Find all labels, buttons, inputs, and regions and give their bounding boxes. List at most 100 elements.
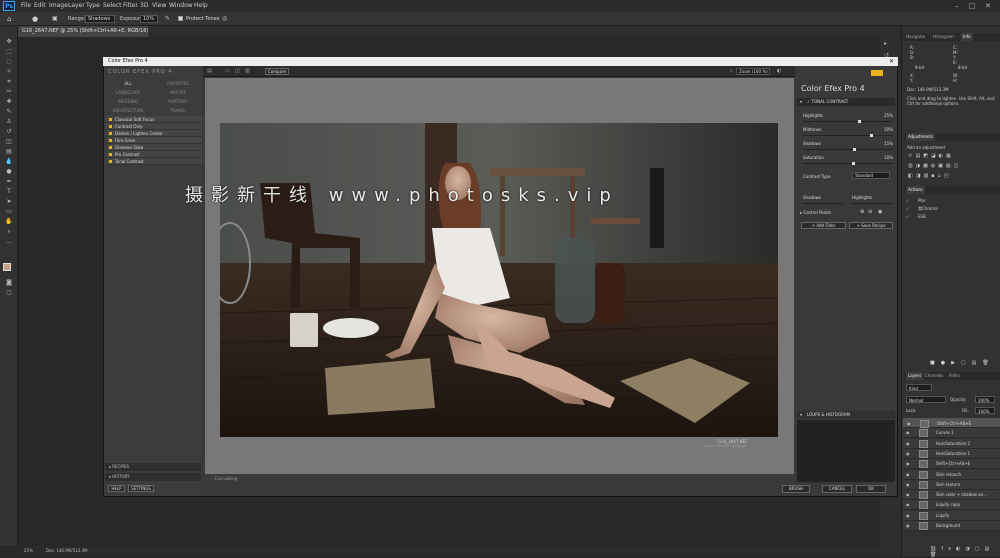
split-view-icon[interactable]: ◫ [235, 66, 240, 77]
range-select[interactable]: Shadows [85, 15, 115, 23]
move-tool-icon[interactable]: ✥ [5, 39, 13, 45]
category-favorites[interactable]: FAVORITES [156, 80, 200, 87]
slider-value[interactable]: 25% [876, 113, 893, 118]
quick-mask-icon[interactable]: ◙ [5, 280, 13, 286]
blur-tool-icon[interactable]: 💧 [5, 159, 13, 165]
tab-histogram[interactable]: Histogram [933, 33, 954, 41]
brush-preset-icon[interactable]: ▣ [52, 12, 58, 26]
action-check-icon[interactable]: ✓ [906, 198, 909, 203]
healing-brush-icon[interactable]: ✚ [5, 99, 13, 105]
slider-handle[interactable] [851, 162, 855, 165]
settings-button[interactable]: SETTINGS [128, 485, 154, 492]
slider-handle[interactable] [869, 134, 873, 137]
eye-icon[interactable]: ◉ [906, 431, 911, 435]
slider-track[interactable] [803, 163, 893, 164]
favorite-star-icon[interactable] [109, 118, 112, 121]
layer-controls[interactable]: ⛓fx◐◑▢▤🗑 [930, 546, 995, 558]
eye-icon[interactable]: ◉ [906, 493, 911, 497]
type-tool-icon[interactable]: T [5, 189, 13, 195]
toggle-control-points-icon[interactable]: ◉ [878, 209, 882, 215]
tab-actions[interactable]: Actions [906, 186, 925, 194]
eye-icon[interactable]: ◉ [907, 422, 912, 426]
pressure-icon[interactable]: ◎ [222, 12, 227, 26]
shadows-track[interactable] [803, 203, 843, 204]
menu-image[interactable]: Image [49, 0, 68, 12]
filter-item[interactable]: Classical Soft Focus [106, 116, 202, 123]
history-brush-icon[interactable]: ↺ [5, 129, 13, 135]
favorite-star-icon[interactable] [109, 139, 112, 142]
ok-button[interactable]: OK [856, 485, 886, 493]
category-architecture[interactable]: ARCHITECTURE [106, 107, 150, 114]
history-section[interactable]: ▸ HISTORY [105, 473, 201, 481]
exposure-input[interactable]: 10% [140, 15, 158, 23]
layer-row[interactable]: ◉ Hue/Saturation 1 [903, 448, 1000, 459]
eye-icon[interactable]: ◉ [906, 462, 911, 466]
action-check-icon[interactable]: ✓ [906, 214, 909, 219]
shape-tool-icon[interactable]: ▭ [5, 209, 13, 215]
airbrush-icon[interactable]: ✎ [165, 12, 170, 26]
layer-row[interactable]: ◉ Liquify copy [903, 500, 1000, 511]
category-landscape[interactable]: LANDSCAPE [106, 89, 150, 96]
control-points-row[interactable]: ▸ Control Points [800, 210, 831, 215]
background-color-icon[interactable]: ◐ [777, 66, 781, 77]
filter-item[interactable]: Film Grain [106, 137, 202, 144]
help-button[interactable]: HELP [108, 485, 125, 492]
toggle-panel-icon[interactable]: ▤ [207, 66, 212, 77]
zoom-level[interactable]: 25% [24, 546, 33, 556]
tonal-contrast-header[interactable]: ▾ ✓ TONAL CONTRAST [797, 98, 895, 106]
filter-item[interactable]: Pro Contrast [106, 151, 202, 158]
slider-handle[interactable] [857, 120, 861, 123]
layer-row[interactable]: ◉ Background [903, 521, 1000, 531]
add-control-point-icon[interactable]: ⊕ [860, 209, 864, 215]
loupe-view[interactable] [797, 420, 895, 482]
adjustment-icons-row-2[interactable]: ▥◑▩◍▣▧◫ [908, 163, 993, 169]
tab-paths[interactable]: Paths [949, 372, 960, 380]
favorite-star-icon[interactable] [109, 160, 112, 163]
menu-file[interactable]: File [21, 0, 31, 12]
filter-item[interactable]: Tonal Contrast [106, 158, 202, 165]
protect-tones-checkbox[interactable] [178, 16, 183, 21]
tab-channels[interactable]: Channels [925, 372, 944, 380]
eye-icon[interactable]: ◉ [906, 513, 911, 518]
category-nature[interactable]: NATURE [156, 89, 200, 96]
photo-preview[interactable] [220, 123, 778, 437]
fill-input[interactable]: 100% [975, 407, 995, 414]
brush-button[interactable]: BRUSH [782, 485, 810, 493]
eye-icon[interactable]: ◉ [906, 524, 911, 528]
loupe-histogram-header[interactable]: ▾ LOUPE & HISTOGRAM [797, 411, 895, 419]
category-wedding[interactable]: WEDDING [106, 98, 150, 105]
magnifier-icon[interactable]: ⌕ [730, 66, 733, 77]
layer-row[interactable]: ◉ Hue/Saturation 2 [903, 438, 1000, 449]
contrast-type-select[interactable]: Standard [852, 172, 890, 179]
layer-row[interactable]: ◉ Shift+Ctrl+Alt+E [903, 418, 1000, 428]
eye-icon[interactable]: ◉ [906, 441, 911, 446]
action-set-1[interactable]: Plor [918, 198, 926, 203]
favorite-star-icon[interactable] [109, 153, 112, 156]
side-by-side-icon[interactable]: ▥ [245, 66, 250, 77]
remove-control-point-icon[interactable]: ⊖ [868, 209, 872, 215]
slider-track[interactable] [803, 149, 893, 150]
tab-navigator[interactable]: Navigator [906, 33, 926, 41]
category-portrait[interactable]: PORTRAIT [156, 98, 200, 105]
dodge-tool-icon[interactable]: ● [32, 12, 38, 26]
category-travel[interactable]: TRAVEL [156, 107, 200, 114]
action-set-2[interactable]: 育Chroma [918, 206, 938, 211]
menu-view[interactable]: View [152, 0, 166, 12]
tab-info[interactable]: Info [961, 33, 973, 41]
menu-window[interactable]: Window [169, 0, 193, 12]
layer-row[interactable]: ◉ Liquify [903, 510, 1000, 521]
menu-help[interactable]: Help [194, 0, 208, 12]
hand-tool-icon[interactable]: ✋ [5, 219, 13, 225]
more-tools-icon[interactable]: … [5, 239, 13, 245]
zoom-select[interactable]: Zoom (100 %) [736, 68, 770, 75]
tab-layers[interactable]: Layers [906, 372, 924, 380]
single-view-icon[interactable]: ▭ [225, 66, 230, 77]
action-controls[interactable]: ■●▶▢▤🗑 [930, 360, 995, 366]
menu-filter[interactable]: Filter [123, 0, 138, 12]
maximize-icon[interactable]: □ [969, 0, 976, 12]
lasso-tool-icon[interactable]: ◌ [5, 59, 13, 65]
adjustment-icons-row-3[interactable]: ◧◨▨▪▫◰ [908, 173, 993, 179]
path-select-icon[interactable]: ➤ [5, 199, 13, 205]
save-recipe-button[interactable]: + Save Recipe [849, 222, 893, 229]
crop-tool-icon[interactable]: ⌗ [5, 79, 13, 85]
